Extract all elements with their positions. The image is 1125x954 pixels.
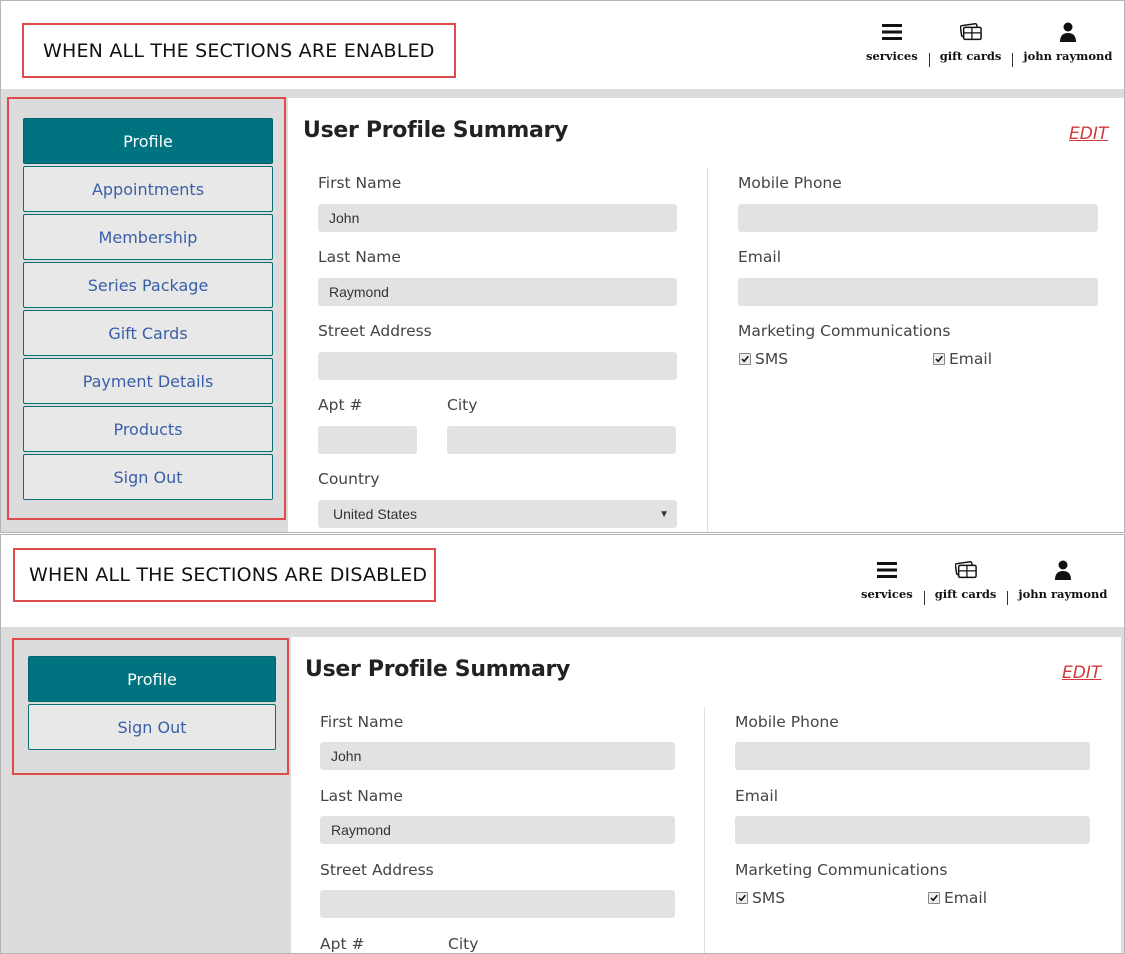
street-address-label: Street Address: [320, 861, 434, 879]
marketing-label: Marketing Communications: [738, 322, 951, 340]
menu-appointments[interactable]: Appointments: [23, 166, 273, 212]
gift-cards-label: gift cards: [934, 587, 997, 601]
checkbox-checked-icon: [736, 892, 748, 904]
first-name-field[interactable]: John: [318, 204, 677, 232]
checkbox-checked-icon: [739, 353, 751, 365]
disabled-view-panel: WHEN ALL THE SECTIONS ARE DISABLED servi…: [0, 534, 1125, 954]
last-name-label: Last Name: [318, 248, 401, 266]
hamburger-icon: [876, 559, 898, 581]
user-name-label: john raymond: [1018, 587, 1108, 601]
annotation-banner: WHEN ALL THE SECTIONS ARE ENABLED: [22, 23, 456, 78]
checkbox-checked-icon: [928, 892, 940, 904]
marketing-label: Marketing Communications: [735, 861, 948, 879]
header-nav: services gift cards john raymond: [850, 559, 1118, 605]
last-name-field[interactable]: Raymond: [320, 816, 675, 844]
services-link[interactable]: services: [850, 559, 924, 601]
gift-card-icon: [959, 21, 982, 43]
checkbox-checked-icon: [933, 353, 945, 365]
first-name-label: First Name: [320, 713, 404, 731]
sms-label: SMS: [752, 889, 786, 907]
gift-cards-label: gift cards: [939, 49, 1002, 63]
user-name-label: john raymond: [1023, 49, 1113, 63]
menu-payment-details[interactable]: Payment Details: [23, 358, 273, 404]
last-name-label: Last Name: [320, 787, 403, 805]
sidebar-menu: Profile Sign Out: [28, 656, 276, 752]
profile-summary-card: User Profile Summary EDIT First Name Joh…: [288, 98, 1124, 532]
services-label: services: [861, 587, 913, 601]
user-icon: [1057, 21, 1079, 43]
first-name-field[interactable]: John: [320, 742, 675, 770]
apt-label: Apt #: [318, 396, 363, 414]
street-address-label: Street Address: [318, 322, 432, 340]
user-icon: [1052, 559, 1074, 581]
mobile-phone-field[interactable]: [738, 204, 1098, 232]
user-account-link[interactable]: john raymond: [1012, 21, 1123, 67]
street-address-field[interactable]: [320, 890, 675, 918]
email-field[interactable]: [735, 816, 1090, 844]
country-label: Country: [318, 470, 380, 488]
mobile-phone-label: Mobile Phone: [735, 713, 839, 731]
menu-profile[interactable]: Profile: [28, 656, 276, 702]
sms-checkbox[interactable]: SMS: [736, 889, 785, 907]
gift-card-icon: [954, 559, 977, 581]
menu-series-package[interactable]: Series Package: [23, 262, 273, 308]
services-link[interactable]: services: [855, 21, 929, 63]
hamburger-icon: [881, 21, 903, 43]
edit-link[interactable]: EDIT: [1069, 124, 1108, 144]
header-nav: services gift cards john raymond: [855, 21, 1123, 67]
menu-membership[interactable]: Membership: [23, 214, 273, 260]
mobile-phone-label: Mobile Phone: [738, 174, 842, 192]
email-opt-label: Email: [944, 889, 988, 907]
email-checkbox[interactable]: Email: [933, 350, 992, 368]
menu-products[interactable]: Products: [23, 406, 273, 452]
column-divider: [704, 707, 705, 953]
street-address-field[interactable]: [318, 352, 677, 380]
annotation-banner: WHEN ALL THE SECTIONS ARE DISABLED: [13, 548, 436, 602]
last-name-field[interactable]: Raymond: [318, 278, 677, 306]
top-header: WHEN ALL THE SECTIONS ARE DISABLED servi…: [1, 535, 1124, 627]
menu-profile[interactable]: Profile: [23, 118, 273, 164]
menu-sign-out[interactable]: Sign Out: [28, 704, 276, 750]
page-title: User Profile Summary: [305, 657, 571, 682]
menu-gift-cards[interactable]: Gift Cards: [23, 310, 273, 356]
edit-link[interactable]: EDIT: [1062, 663, 1101, 683]
city-label: City: [448, 935, 479, 953]
caret-down-icon: ▼: [659, 509, 669, 520]
email-label: Email: [738, 248, 782, 266]
services-label: services: [866, 49, 918, 63]
gift-cards-link[interactable]: gift cards: [923, 559, 1008, 605]
email-field[interactable]: [738, 278, 1098, 306]
email-opt-label: Email: [949, 350, 993, 368]
page-title: User Profile Summary: [303, 118, 569, 143]
apt-field[interactable]: [318, 426, 417, 454]
first-name-label: First Name: [318, 174, 402, 192]
sms-label: SMS: [755, 350, 789, 368]
email-label: Email: [735, 787, 779, 805]
country-select[interactable]: United States ▼: [318, 500, 677, 528]
annotation-text: WHEN ALL THE SECTIONS ARE ENABLED: [43, 39, 435, 62]
profile-summary-card: User Profile Summary EDIT First Name Joh…: [291, 637, 1121, 953]
column-divider: [707, 168, 708, 532]
mobile-phone-field[interactable]: [735, 742, 1090, 770]
email-checkbox[interactable]: Email: [928, 889, 987, 907]
city-label: City: [447, 396, 478, 414]
sidebar-menu: Profile Appointments Membership Series P…: [23, 118, 273, 502]
country-value: United States: [333, 506, 418, 522]
sms-checkbox[interactable]: SMS: [739, 350, 788, 368]
enabled-view-panel: WHEN ALL THE SECTIONS ARE ENABLED servic…: [0, 0, 1125, 533]
apt-label: Apt #: [320, 935, 365, 953]
annotation-text: WHEN ALL THE SECTIONS ARE DISABLED: [29, 564, 428, 586]
top-header: WHEN ALL THE SECTIONS ARE ENABLED servic…: [1, 1, 1124, 89]
gift-cards-link[interactable]: gift cards: [928, 21, 1013, 67]
city-field[interactable]: [447, 426, 676, 454]
menu-sign-out[interactable]: Sign Out: [23, 454, 273, 500]
user-account-link[interactable]: john raymond: [1007, 559, 1118, 605]
